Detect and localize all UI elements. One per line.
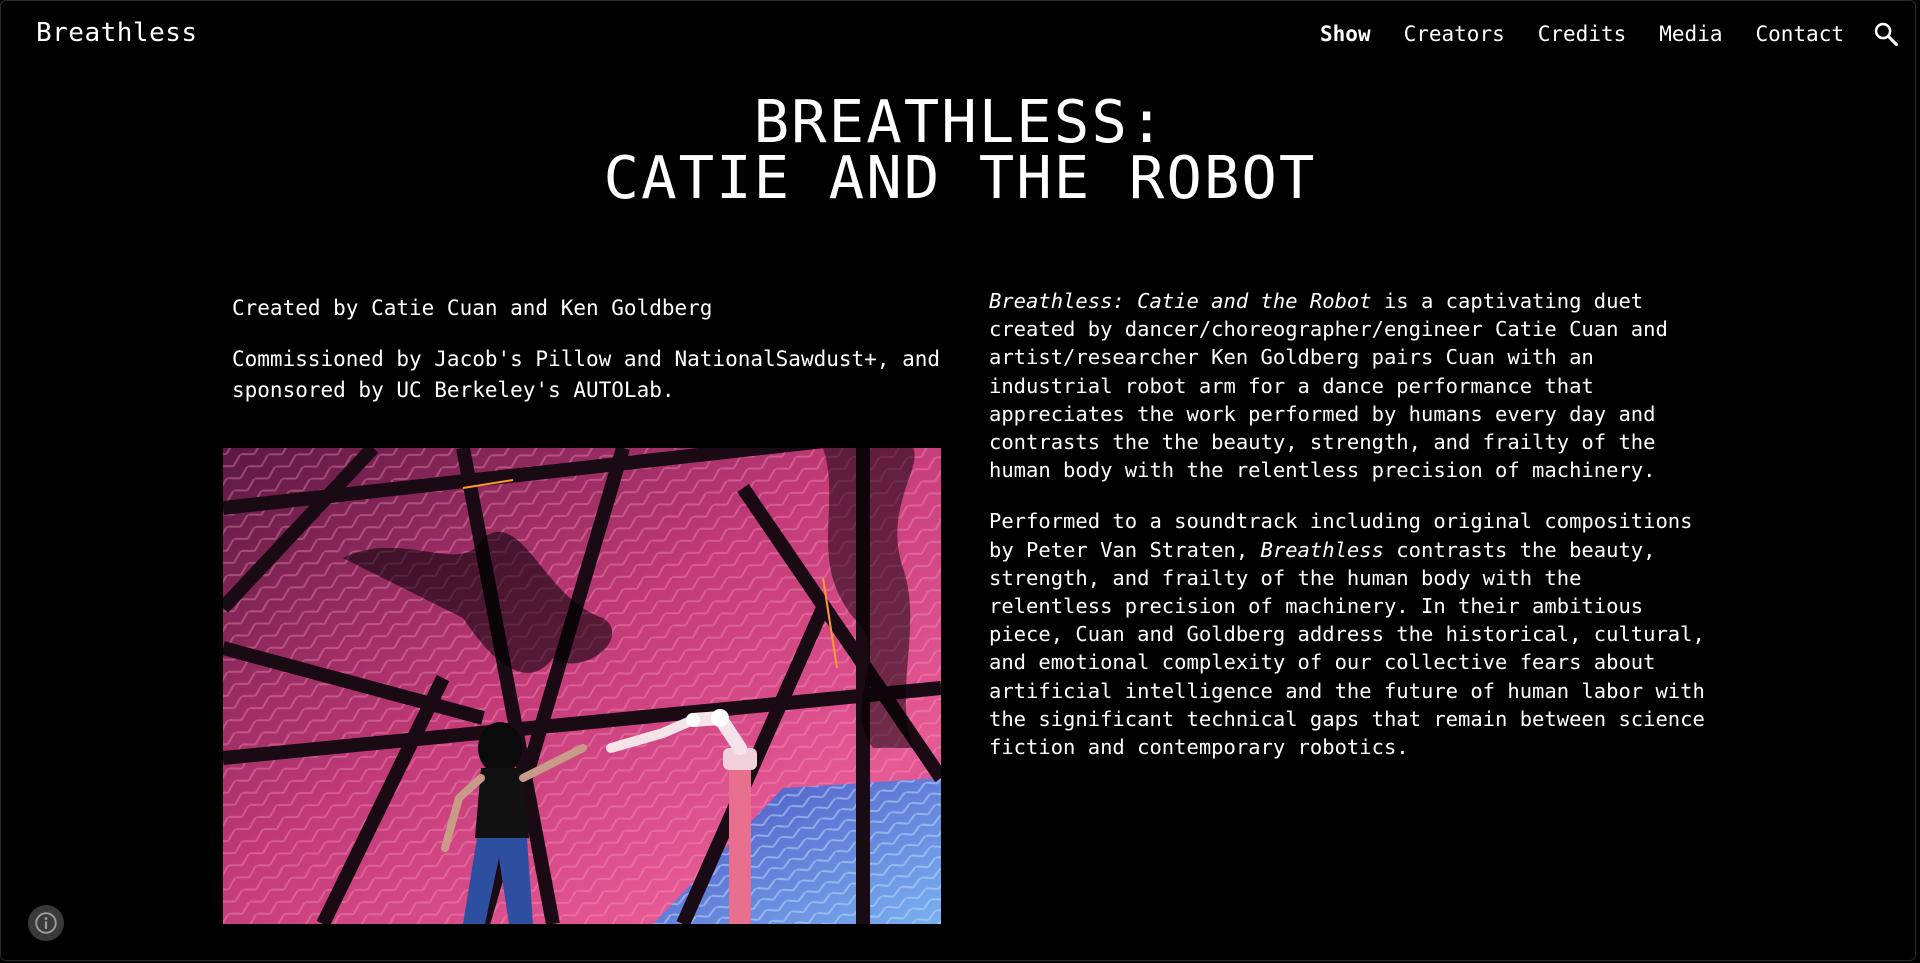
info-icon[interactable]: [28, 905, 64, 941]
performance-photo: [223, 448, 941, 924]
show-description: Breathless: Catie and the Robot is a cap…: [989, 287, 1709, 784]
description-paragraph-2: Performed to a soundtrack including orig…: [989, 507, 1709, 761]
site-title[interactable]: Breathless: [36, 18, 198, 48]
nav-media[interactable]: Media: [1659, 22, 1722, 46]
nav-contact[interactable]: Contact: [1755, 22, 1844, 46]
description-p1-text: is a captivating duet created by dancer/…: [989, 289, 1668, 483]
nav-credits[interactable]: Credits: [1538, 22, 1627, 46]
page-title-line2: CATIE AND THE ROBOT: [603, 143, 1317, 212]
show-title-italic: Breathless: Catie and the Robot: [989, 289, 1372, 313]
page-title: BREATHLESS: CATIE AND THE ROBOT: [0, 92, 1920, 207]
description-p2-text: contrasts the beauty, strength, and frai…: [989, 537, 1705, 760]
nav-show[interactable]: Show: [1320, 22, 1371, 46]
show-name-italic: Breathless: [1260, 537, 1384, 562]
description-paragraph-1: Breathless: Catie and the Robot is a cap…: [989, 287, 1709, 484]
created-by-text: Created by Catie Cuan and Ken Goldberg: [232, 296, 713, 320]
search-icon[interactable]: [1872, 20, 1900, 48]
commissioned-text: Commissioned by Jacob's Pillow and Natio…: [232, 347, 941, 402]
main-nav: Show Creators Credits Media Contact: [1320, 22, 1844, 46]
credits-intro: Created by Catie Cuan and Ken Goldberg C…: [232, 293, 952, 426]
nav-creators[interactable]: Creators: [1404, 22, 1505, 46]
